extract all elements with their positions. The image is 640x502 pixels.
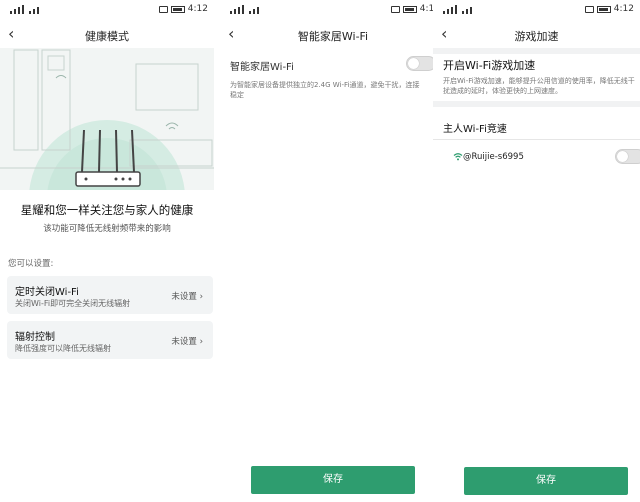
signal-icon [10,5,39,14]
smart-home-wifi-toggle[interactable] [406,56,436,71]
status-bar: 4:12 [220,0,446,20]
smart-home-wifi-screen: 4:12 ‹ 智能家居Wi-Fi 智能家居Wi-Fi 为智能家居设备提供独立的2… [220,0,446,502]
battery-icon [596,5,611,13]
ssid-label: @Ruijie-s6995 [463,152,524,162]
section-title: 主人Wi-Fi竞速 [443,124,507,135]
signal-icon [443,5,472,14]
item-status: 未设置 [171,337,197,347]
description: 开启Wi-Fi游戏加速，能够提升公用信道的使用率，降低无线干 扰造成的延时，体验… [443,77,635,95]
nav-bar: ‹ 健康模式 [0,22,214,48]
section-label: 您可以设置: [8,259,54,269]
status-icon [390,5,400,13]
divider [433,101,640,107]
status-bar: 4:12 [433,0,640,20]
section-heading: 开启Wi-Fi游戏加速 [443,59,536,72]
item-status: 未设置 [171,292,197,302]
game-acceleration-screen: 4:12 ‹ 游戏加速 开启Wi-Fi游戏加速 开启Wi-Fi游戏加速，能够提升… [433,0,640,502]
page-title: 智能家居Wi-Fi [297,30,369,43]
nav-bar: ‹ 游戏加速 [433,22,640,48]
router-illustration [0,48,214,190]
scheduled-wifi-off-item[interactable]: 定时关闭Wi-Fi 关闭Wi-Fi即可完全关闭无线辐射 未设置 › [7,276,213,314]
signal-icon [230,5,259,14]
battery-icon [402,5,417,13]
status-time: 4:12 [613,4,634,14]
divider [433,139,640,140]
item-title: 辐射控制 [15,332,55,343]
save-button[interactable]: 保存 [251,466,415,494]
page-title: 游戏加速 [514,30,559,43]
divider [433,48,640,54]
toggle-label: 智能家居Wi-Fi [230,62,294,73]
save-button[interactable]: 保存 [464,467,628,495]
game-acceleration-toggle[interactable] [615,149,640,164]
item-title: 定时关闭Wi-Fi [15,287,79,298]
item-description: 关闭Wi-Fi即可完全关闭无线辐射 [15,299,131,308]
status-icon [158,5,168,13]
nav-bar: ‹ 智能家居Wi-Fi [220,22,446,48]
chevron-right-icon: › [199,292,203,302]
status-bar: 4:12 [0,0,214,20]
status-time: 4:12 [187,4,208,14]
item-description: 降低强度可以降低无线辐射 [15,344,111,353]
page-title: 健康模式 [85,30,129,43]
chevron-right-icon: › [199,337,203,347]
health-mode-screen: 4:12 ‹ 健康模式 星耀和您一样关注您与家人的健康 该功能可降低无线射频带来… [0,0,214,502]
battery-icon [170,5,185,13]
headline: 星耀和您一样关注您与家人的健康 [20,203,194,217]
radiation-control-item[interactable]: 辐射控制 降低强度可以降低无线辐射 未设置 › [7,321,213,359]
wifi-icon [453,153,463,161]
subline: 该功能可降低无线射频带来的影响 [43,224,171,234]
description: 为智能家居设备提供独立的2.4G Wi-Fi通道，避免干扰，连接 稳定 [230,81,420,99]
status-icon [584,5,594,13]
